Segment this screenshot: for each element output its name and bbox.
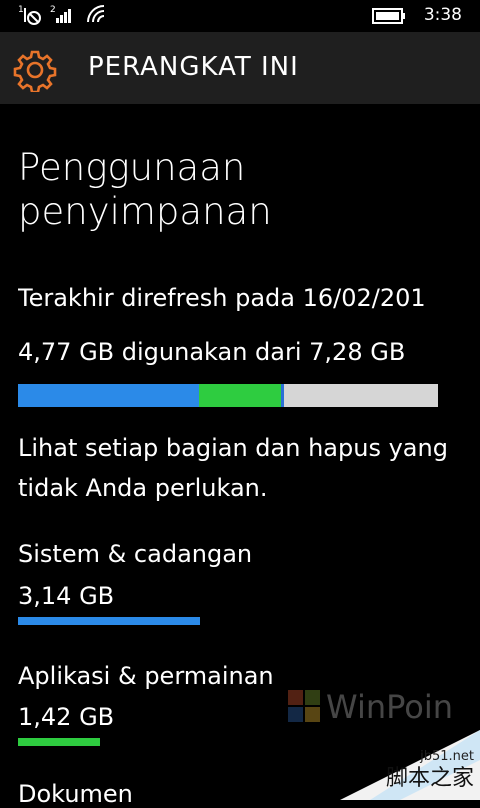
storage-segment-0 (18, 384, 199, 407)
category-apps-bar (18, 738, 100, 746)
gear-icon[interactable] (13, 48, 57, 94)
page-title: Penggunaan penyimpanan (18, 146, 272, 233)
hint-text: Lihat setiap bagian dan hapus yang tidak… (18, 434, 448, 502)
category-system-name[interactable]: Sistem & cadangan (18, 540, 252, 568)
storage-usage-bar (18, 384, 438, 407)
header-title: PERANGKAT INI (88, 52, 299, 82)
status-bar: 1 2 3:38 (0, 0, 480, 32)
category-system-bar (18, 617, 200, 625)
status-time: 3:38 (423, 5, 462, 25)
storage-segment-1 (199, 384, 281, 407)
winpoin-watermark: WinPoin (326, 688, 454, 726)
wifi-icon (86, 4, 110, 30)
jb51-watermark: jb51.net 脚本之家 (340, 730, 480, 800)
storage-segment-2 (281, 384, 284, 407)
storage-used-text: 4,77 GB digunakan dari 7,28 GB (18, 338, 406, 366)
svg-text:2: 2 (50, 5, 56, 15)
category-system-size[interactable]: 3,14 GB (18, 582, 114, 610)
category-documents-name[interactable]: Dokumen (18, 780, 133, 808)
svg-text:1: 1 (18, 5, 24, 15)
last-refreshed-text: Terakhir direfresh pada 16/02/201 (18, 284, 426, 312)
category-apps-name[interactable]: Aplikasi & permainan (18, 662, 274, 690)
jb51-site-cn-text: 脚本之家 (385, 766, 474, 791)
sim1-no-signal-icon: 1 (18, 4, 44, 30)
page-header: PERANGKAT INI (0, 32, 480, 104)
battery-icon (372, 8, 406, 28)
sim2-signal-icon: 2 (50, 4, 76, 30)
windows-logo-icon (288, 690, 322, 728)
category-apps-size[interactable]: 1,42 GB (18, 703, 114, 731)
